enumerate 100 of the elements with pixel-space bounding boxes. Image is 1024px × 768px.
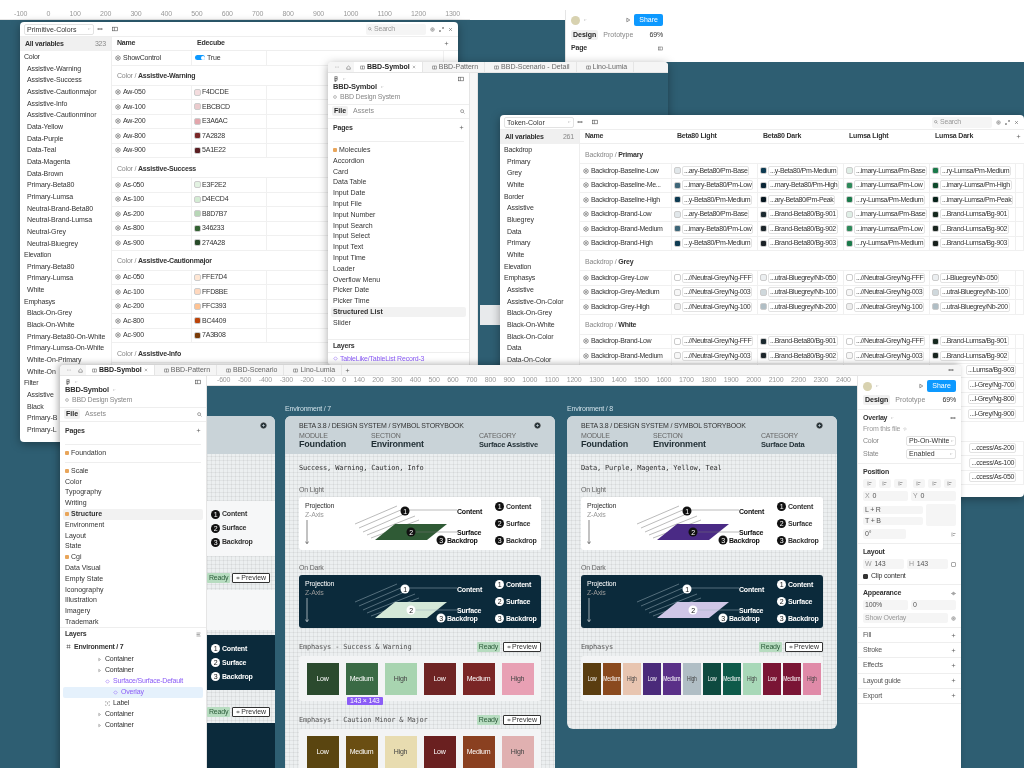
- align-button[interactable]: [912, 479, 925, 489]
- color-swatch[interactable]: [195, 104, 200, 110]
- close-icon[interactable]: [448, 26, 453, 32]
- color-swatch[interactable]: [933, 168, 938, 174]
- home-icon[interactable]: [78, 367, 83, 373]
- color-swatch[interactable]: [847, 226, 852, 232]
- color-swatch[interactable]: [847, 289, 852, 295]
- align-button[interactable]: [863, 479, 876, 489]
- color-swatch[interactable]: [933, 275, 938, 281]
- sidebar-toggle-icon[interactable]: [195, 379, 201, 385]
- plus-icon[interactable]: [951, 647, 956, 653]
- sidebar-toggle-icon[interactable]: [458, 76, 464, 82]
- flip-icon[interactable]: [951, 531, 956, 537]
- color-swatch[interactable]: [195, 133, 200, 139]
- color-swatch[interactable]: [847, 197, 852, 203]
- color-swatch[interactable]: [761, 304, 766, 310]
- color-swatch[interactable]: [847, 182, 852, 188]
- chevron-down-icon[interactable]: [379, 85, 384, 90]
- color-swatch[interactable]: [933, 182, 938, 188]
- new-tab-icon[interactable]: [345, 367, 351, 373]
- eye-icon[interactable]: [951, 590, 956, 596]
- color-swatch[interactable]: [761, 338, 766, 344]
- color-swatch[interactable]: [761, 240, 766, 246]
- resize-icon[interactable]: [951, 561, 956, 567]
- align-button[interactable]: [943, 479, 956, 489]
- align-button[interactable]: [928, 479, 941, 489]
- color-swatch[interactable]: [847, 240, 852, 246]
- color-swatch[interactable]: [195, 240, 200, 246]
- sidebar-toggle-icon[interactable]: [112, 26, 118, 32]
- color-swatch[interactable]: [761, 197, 766, 203]
- more-icon[interactable]: [950, 415, 956, 422]
- align-button[interactable]: [894, 479, 907, 489]
- color-swatch[interactable]: [933, 240, 938, 246]
- color-swatch[interactable]: [847, 211, 852, 217]
- color-swatch[interactable]: [675, 289, 680, 295]
- color-swatch[interactable]: [675, 240, 680, 246]
- panel-icon[interactable]: [658, 45, 663, 51]
- settings-icon[interactable]: [430, 26, 435, 32]
- color-swatch[interactable]: [195, 225, 200, 231]
- color-swatch[interactable]: [933, 226, 938, 232]
- home-icon[interactable]: [346, 64, 351, 70]
- play-icon[interactable]: [625, 17, 632, 23]
- file-menu-icon[interactable]: [65, 379, 71, 385]
- color-swatch[interactable]: [761, 168, 766, 174]
- color-swatch[interactable]: [761, 211, 766, 217]
- align-button[interactable]: [878, 479, 891, 489]
- expand-icon[interactable]: [439, 26, 444, 32]
- chevron-down-icon[interactable]: [111, 388, 116, 393]
- color-swatch[interactable]: [761, 275, 766, 281]
- color-swatch[interactable]: [675, 211, 680, 217]
- color-swatch[interactable]: [675, 275, 680, 281]
- color-swatch[interactable]: [847, 338, 852, 344]
- color-swatch[interactable]: [847, 304, 852, 310]
- plus-icon[interactable]: [444, 41, 449, 46]
- plus-icon[interactable]: [951, 693, 956, 699]
- color-swatch[interactable]: [675, 353, 680, 359]
- plus-icon[interactable]: [196, 428, 201, 434]
- color-swatch[interactable]: [675, 226, 680, 232]
- plus-icon[interactable]: [459, 125, 464, 131]
- color-swatch[interactable]: [675, 197, 680, 203]
- play-icon[interactable]: [918, 383, 925, 389]
- color-swatch[interactable]: [195, 289, 200, 295]
- color-swatch[interactable]: [195, 89, 200, 95]
- color-swatch[interactable]: [195, 211, 200, 217]
- search-icon[interactable]: [460, 108, 465, 114]
- color-swatch[interactable]: [847, 275, 852, 281]
- color-swatch[interactable]: [933, 353, 938, 359]
- file-menu-icon[interactable]: [333, 76, 339, 82]
- color-swatch[interactable]: [195, 318, 200, 324]
- toggle-switch[interactable]: [195, 55, 205, 61]
- more-icon[interactable]: [948, 367, 954, 373]
- color-swatch[interactable]: [933, 211, 938, 217]
- plus-icon[interactable]: [1016, 134, 1021, 139]
- diamond-icon[interactable]: [903, 427, 908, 432]
- color-swatch[interactable]: [675, 338, 680, 344]
- color-swatch[interactable]: [675, 304, 680, 310]
- plus-icon[interactable]: [951, 632, 956, 638]
- sidebar-toggle-icon[interactable]: [592, 119, 598, 125]
- color-swatch[interactable]: [195, 118, 200, 124]
- more-icon[interactable]: [577, 119, 583, 125]
- collapse-icon[interactable]: [196, 632, 201, 637]
- color-swatch[interactable]: [761, 182, 766, 188]
- expand-icon[interactable]: [1005, 119, 1010, 125]
- color-swatch[interactable]: [933, 289, 938, 295]
- color-swatch[interactable]: [195, 274, 200, 280]
- color-swatch[interactable]: [761, 289, 766, 295]
- search-icon[interactable]: [197, 411, 202, 417]
- plus-icon[interactable]: [951, 663, 956, 668]
- color-swatch[interactable]: [847, 353, 852, 359]
- color-swatch[interactable]: [675, 182, 680, 188]
- avatar-icon[interactable]: [571, 15, 580, 25]
- settings-icon[interactable]: [996, 119, 1001, 125]
- color-swatch[interactable]: [195, 332, 200, 338]
- settings-icon[interactable]: [951, 615, 956, 621]
- color-swatch[interactable]: [195, 182, 200, 188]
- color-swatch[interactable]: [761, 226, 766, 232]
- color-swatch[interactable]: [933, 338, 938, 344]
- color-swatch[interactable]: [195, 303, 200, 309]
- color-swatch[interactable]: [675, 168, 680, 174]
- color-swatch[interactable]: [847, 168, 852, 174]
